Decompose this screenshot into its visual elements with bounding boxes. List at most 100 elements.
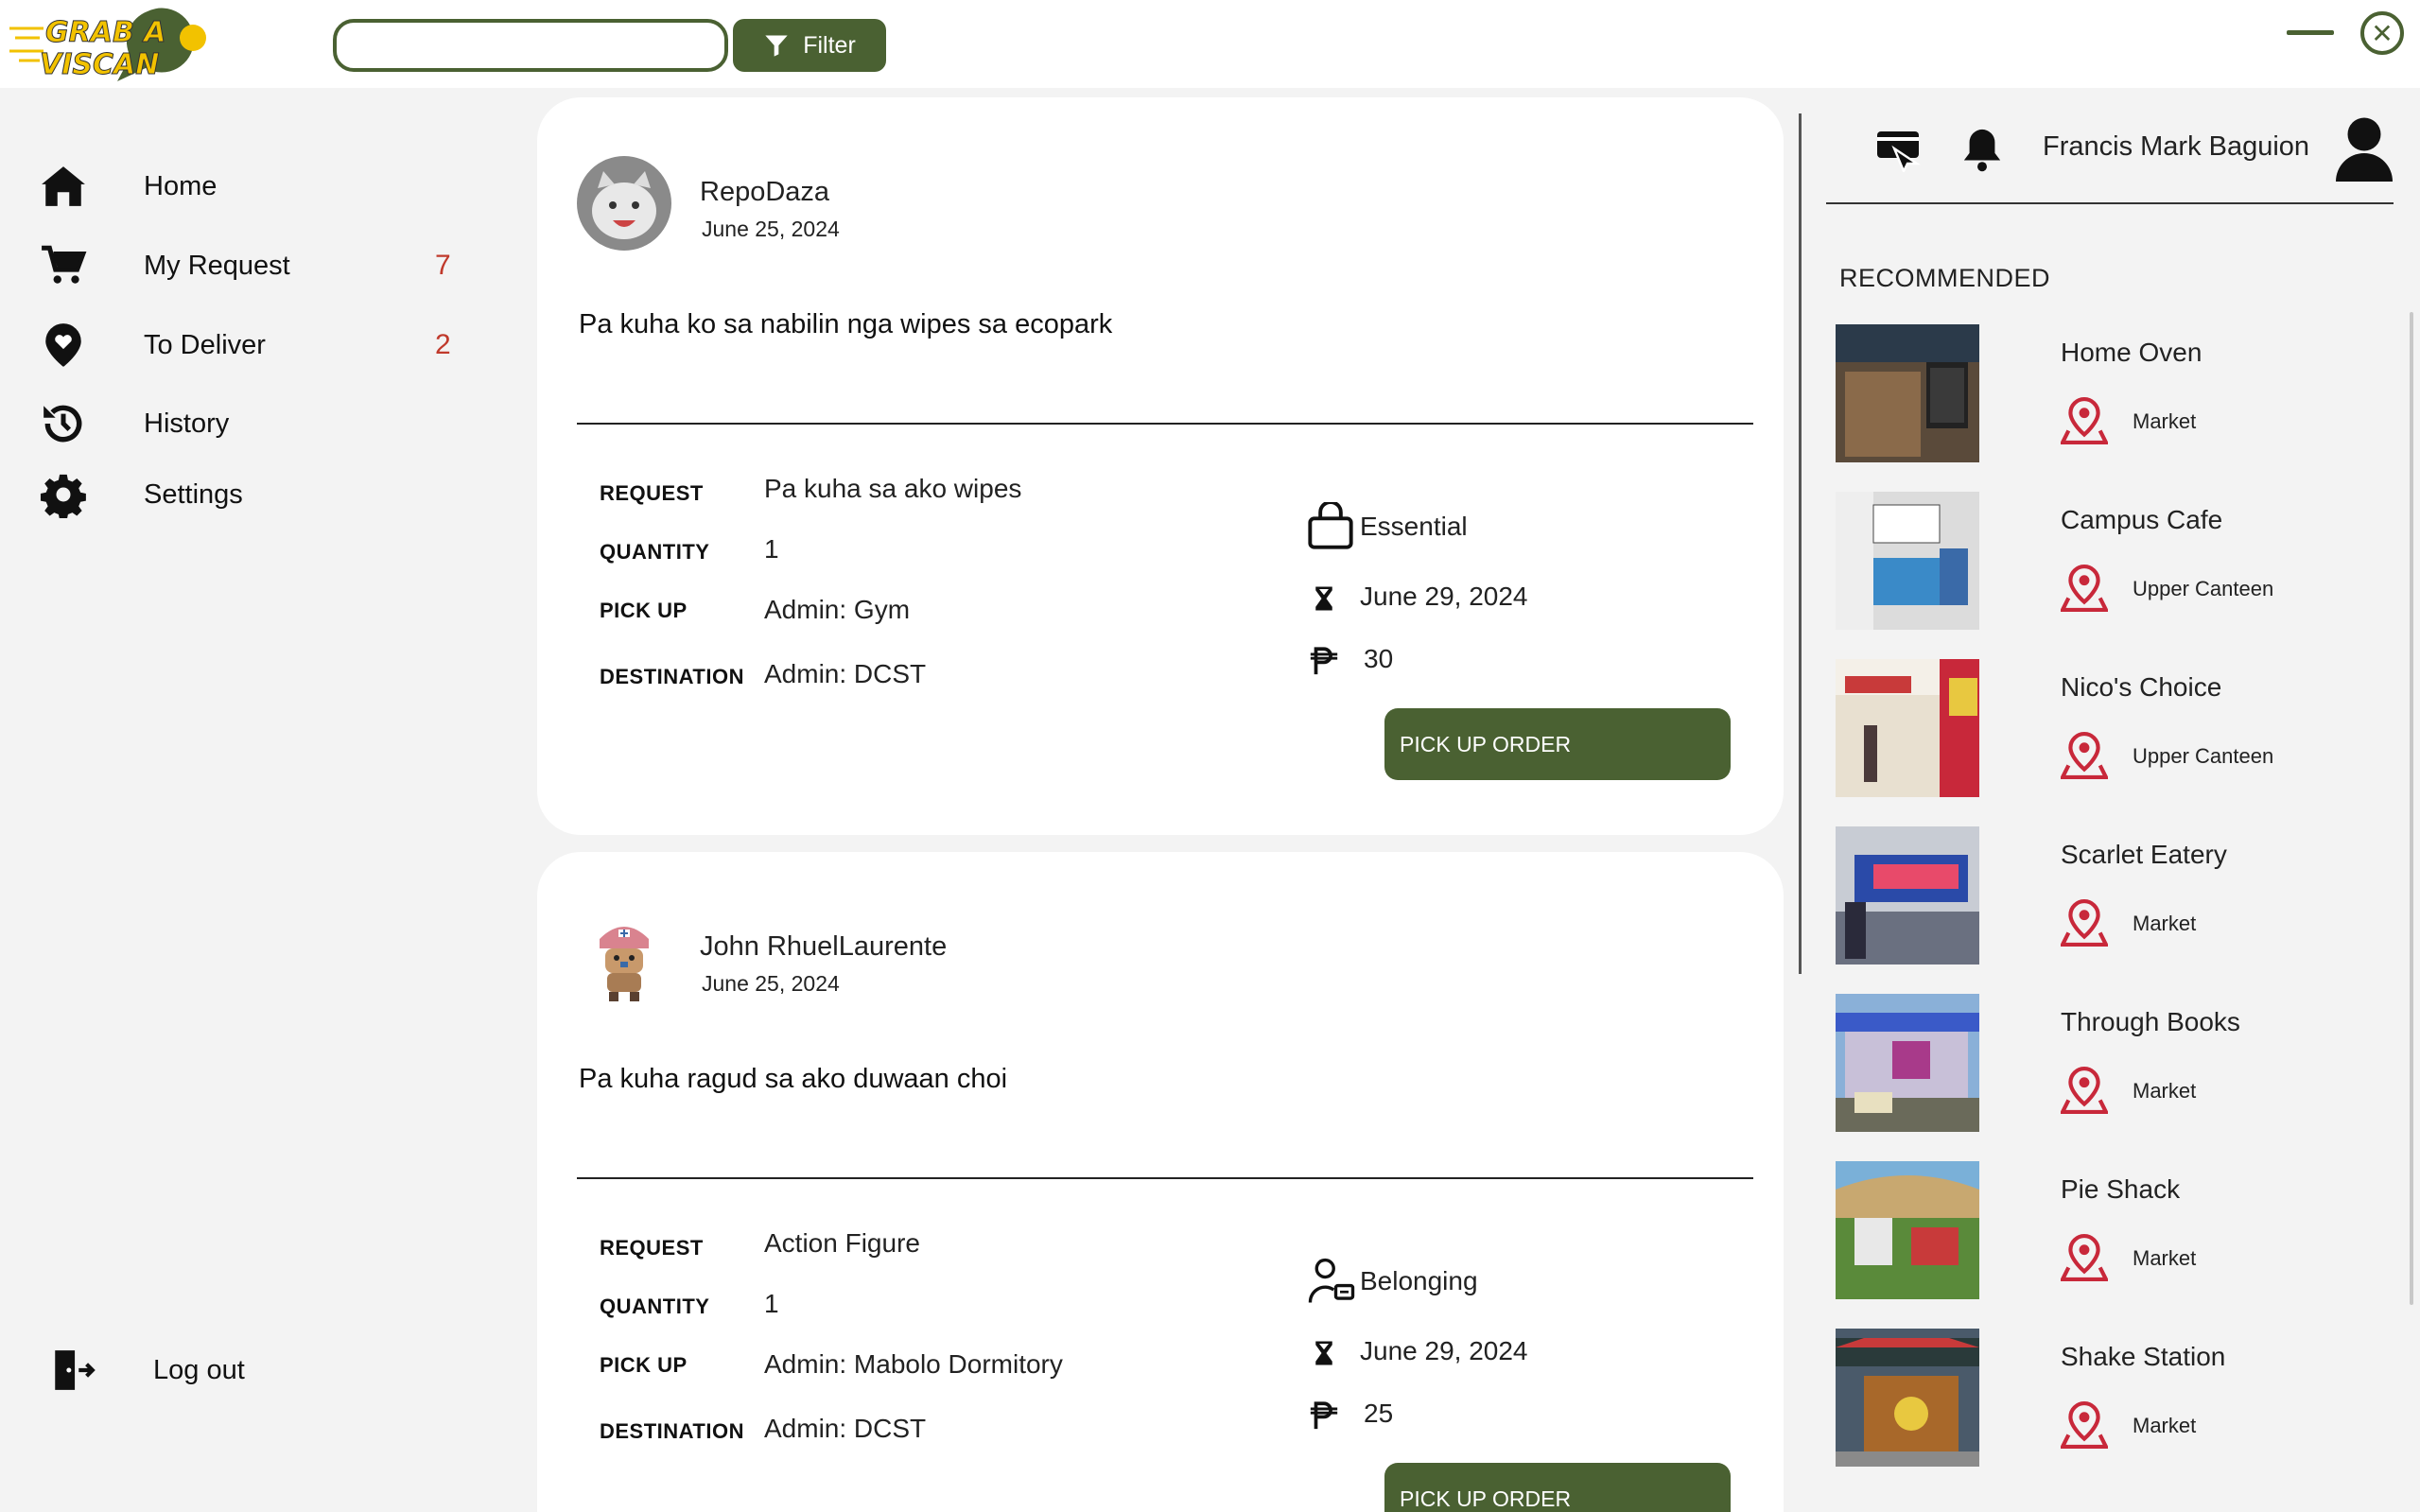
pickup-value: Admin: Gym <box>764 595 911 624</box>
recommended-item[interactable]: Nico's Choice Upper Canteen <box>1836 659 2394 801</box>
close-button[interactable]: ✕ <box>2360 11 2404 55</box>
top-bar: GRAB A VISCAN Filter ✕ <box>0 0 2420 88</box>
location-pin-icon <box>2061 1400 2108 1449</box>
post-date: June 25, 2024 <box>702 217 840 241</box>
app-logo[interactable]: GRAB A VISCAN <box>6 4 242 85</box>
peso-icon <box>1305 1397 1343 1434</box>
recommended-item[interactable]: Scarlet Eatery Market <box>1836 826 2394 968</box>
logout-button[interactable]: Log out <box>47 1342 482 1399</box>
store-thumbnail <box>1836 492 1979 630</box>
store-name: Campus Cafe <box>2061 505 2223 534</box>
request-card: RepoDaza June 25, 2024 Pa kuha ko sa nab… <box>537 97 1784 835</box>
store-name: Nico's Choice <box>2061 672 2222 702</box>
user-name[interactable]: Francis Mark Baguion <box>2043 131 2309 163</box>
logo-line2: VISCAN <box>40 48 159 81</box>
store-location: Market <box>2133 1246 2197 1270</box>
store-location: Market <box>2133 409 2197 433</box>
peso-icon <box>1305 642 1343 680</box>
store-location: Market <box>2133 1414 2197 1437</box>
recommended-scrollbar[interactable] <box>2410 312 2413 1305</box>
recommended-item[interactable]: Shake Station Market <box>1836 1329 2394 1470</box>
post-author[interactable]: John RhuelLaurente <box>700 931 947 963</box>
history-icon <box>38 398 89 449</box>
store-thumbnail <box>1836 659 1979 797</box>
filter-label: Filter <box>803 31 856 59</box>
user-avatar-icon[interactable] <box>2335 114 2394 182</box>
destination-label: DESTINATION <box>600 1419 744 1443</box>
filter-icon <box>765 35 788 57</box>
request-count-badge: 7 <box>435 250 451 281</box>
recommended-item[interactable]: Home Oven Market <box>1836 324 2394 466</box>
request-label: REQUEST <box>600 1236 704 1260</box>
store-name: Through Books <box>2061 1007 2240 1036</box>
store-location: Market <box>2133 1079 2197 1103</box>
post-text: Pa kuha ko sa nabilin nga wipes sa ecopa… <box>579 309 1113 339</box>
close-icon: ✕ <box>2371 18 2394 48</box>
bell-icon[interactable] <box>1959 124 2006 175</box>
store-location: Upper Canteen <box>2133 744 2274 768</box>
card-tap-icon[interactable] <box>1873 126 1926 175</box>
post-author[interactable]: RepoDaza <box>700 177 829 208</box>
store-name: Scarlet Eatery <box>2061 840 2227 869</box>
store-thumbnail <box>1836 1161 1979 1299</box>
location-pin-icon <box>2061 1066 2108 1114</box>
fee-value: 30 <box>1364 644 1394 673</box>
pick-up-order-button[interactable]: PICK UP ORDER <box>1384 1463 1731 1512</box>
pick-up-order-button[interactable]: PICK UP ORDER <box>1384 708 1731 780</box>
minimize-button[interactable] <box>2287 30 2334 35</box>
logout-label: Log out <box>153 1354 245 1385</box>
request-label: REQUEST <box>600 481 704 505</box>
avatar <box>577 156 671 251</box>
cart-icon <box>38 240 89 291</box>
logout-icon <box>47 1345 98 1396</box>
sidebar-item-settings[interactable]: Settings <box>38 466 473 523</box>
sidebar-item-my-request[interactable]: My Request 7 <box>38 237 473 294</box>
location-pin-icon <box>2061 396 2108 444</box>
deadline-value: June 29, 2024 <box>1360 582 1528 611</box>
right-panel: Francis Mark Baguion RECOMMENDED Home Ov… <box>1802 88 2420 1512</box>
category-value: Essential <box>1360 512 1468 541</box>
filter-button[interactable]: Filter <box>733 19 886 72</box>
store-thumbnail <box>1836 1329 1979 1467</box>
divider <box>577 423 1753 425</box>
divider <box>577 1177 1753 1179</box>
recommended-item[interactable]: Campus Cafe Upper Canteen <box>1836 492 2394 634</box>
sidebar-item-label: To Deliver <box>144 329 266 360</box>
person-tag-icon <box>1305 1255 1358 1308</box>
shopping-bag-icon <box>1305 502 1356 551</box>
sidebar-item-home[interactable]: Home <box>38 158 473 215</box>
store-name: Shake Station <box>2061 1342 2226 1371</box>
pickup-label: PICK UP <box>600 1353 688 1377</box>
location-pin-icon <box>2061 1233 2108 1281</box>
request-value: Action Figure <box>764 1228 920 1258</box>
category-value: Belonging <box>1360 1266 1478 1295</box>
quantity-label: QUANTITY <box>600 1295 710 1318</box>
destination-label: DESTINATION <box>600 665 744 688</box>
divider <box>1826 202 2394 204</box>
fee-value: 25 <box>1364 1399 1394 1428</box>
post-date: June 25, 2024 <box>702 971 840 996</box>
sidebar: Home My Request 7 To Deliver 2 History S… <box>0 88 530 1512</box>
sidebar-item-history[interactable]: History <box>38 395 473 452</box>
quantity-label: QUANTITY <box>600 540 710 564</box>
pickup-label: PICK UP <box>600 599 688 622</box>
sidebar-item-label: History <box>144 408 230 439</box>
store-name: Home Oven <box>2061 338 2202 367</box>
search-input[interactable] <box>333 19 728 72</box>
avatar <box>577 911 671 1005</box>
deliver-count-badge: 2 <box>435 329 451 360</box>
recommended-item[interactable]: Pie Shack Market <box>1836 1161 2394 1303</box>
request-value: Pa kuha sa ako wipes <box>764 474 1022 503</box>
request-feed: RepoDaza June 25, 2024 Pa kuha ko sa nab… <box>530 88 1797 1512</box>
destination-value: Admin: DCST <box>764 659 927 688</box>
recommended-item[interactable]: Through Books Market <box>1836 994 2394 1136</box>
location-pin-icon <box>2061 731 2108 779</box>
request-card: John RhuelLaurente June 25, 2024 Pa kuha… <box>537 852 1784 1512</box>
pickup-value: Admin: Mabolo Dormitory <box>764 1349 1063 1379</box>
gear-icon <box>38 469 89 520</box>
store-thumbnail <box>1836 826 1979 965</box>
sidebar-item-to-deliver[interactable]: To Deliver 2 <box>38 317 473 374</box>
location-heart-icon <box>38 320 89 371</box>
sidebar-item-label: Settings <box>144 478 243 510</box>
sidebar-item-label: My Request <box>144 250 290 281</box>
